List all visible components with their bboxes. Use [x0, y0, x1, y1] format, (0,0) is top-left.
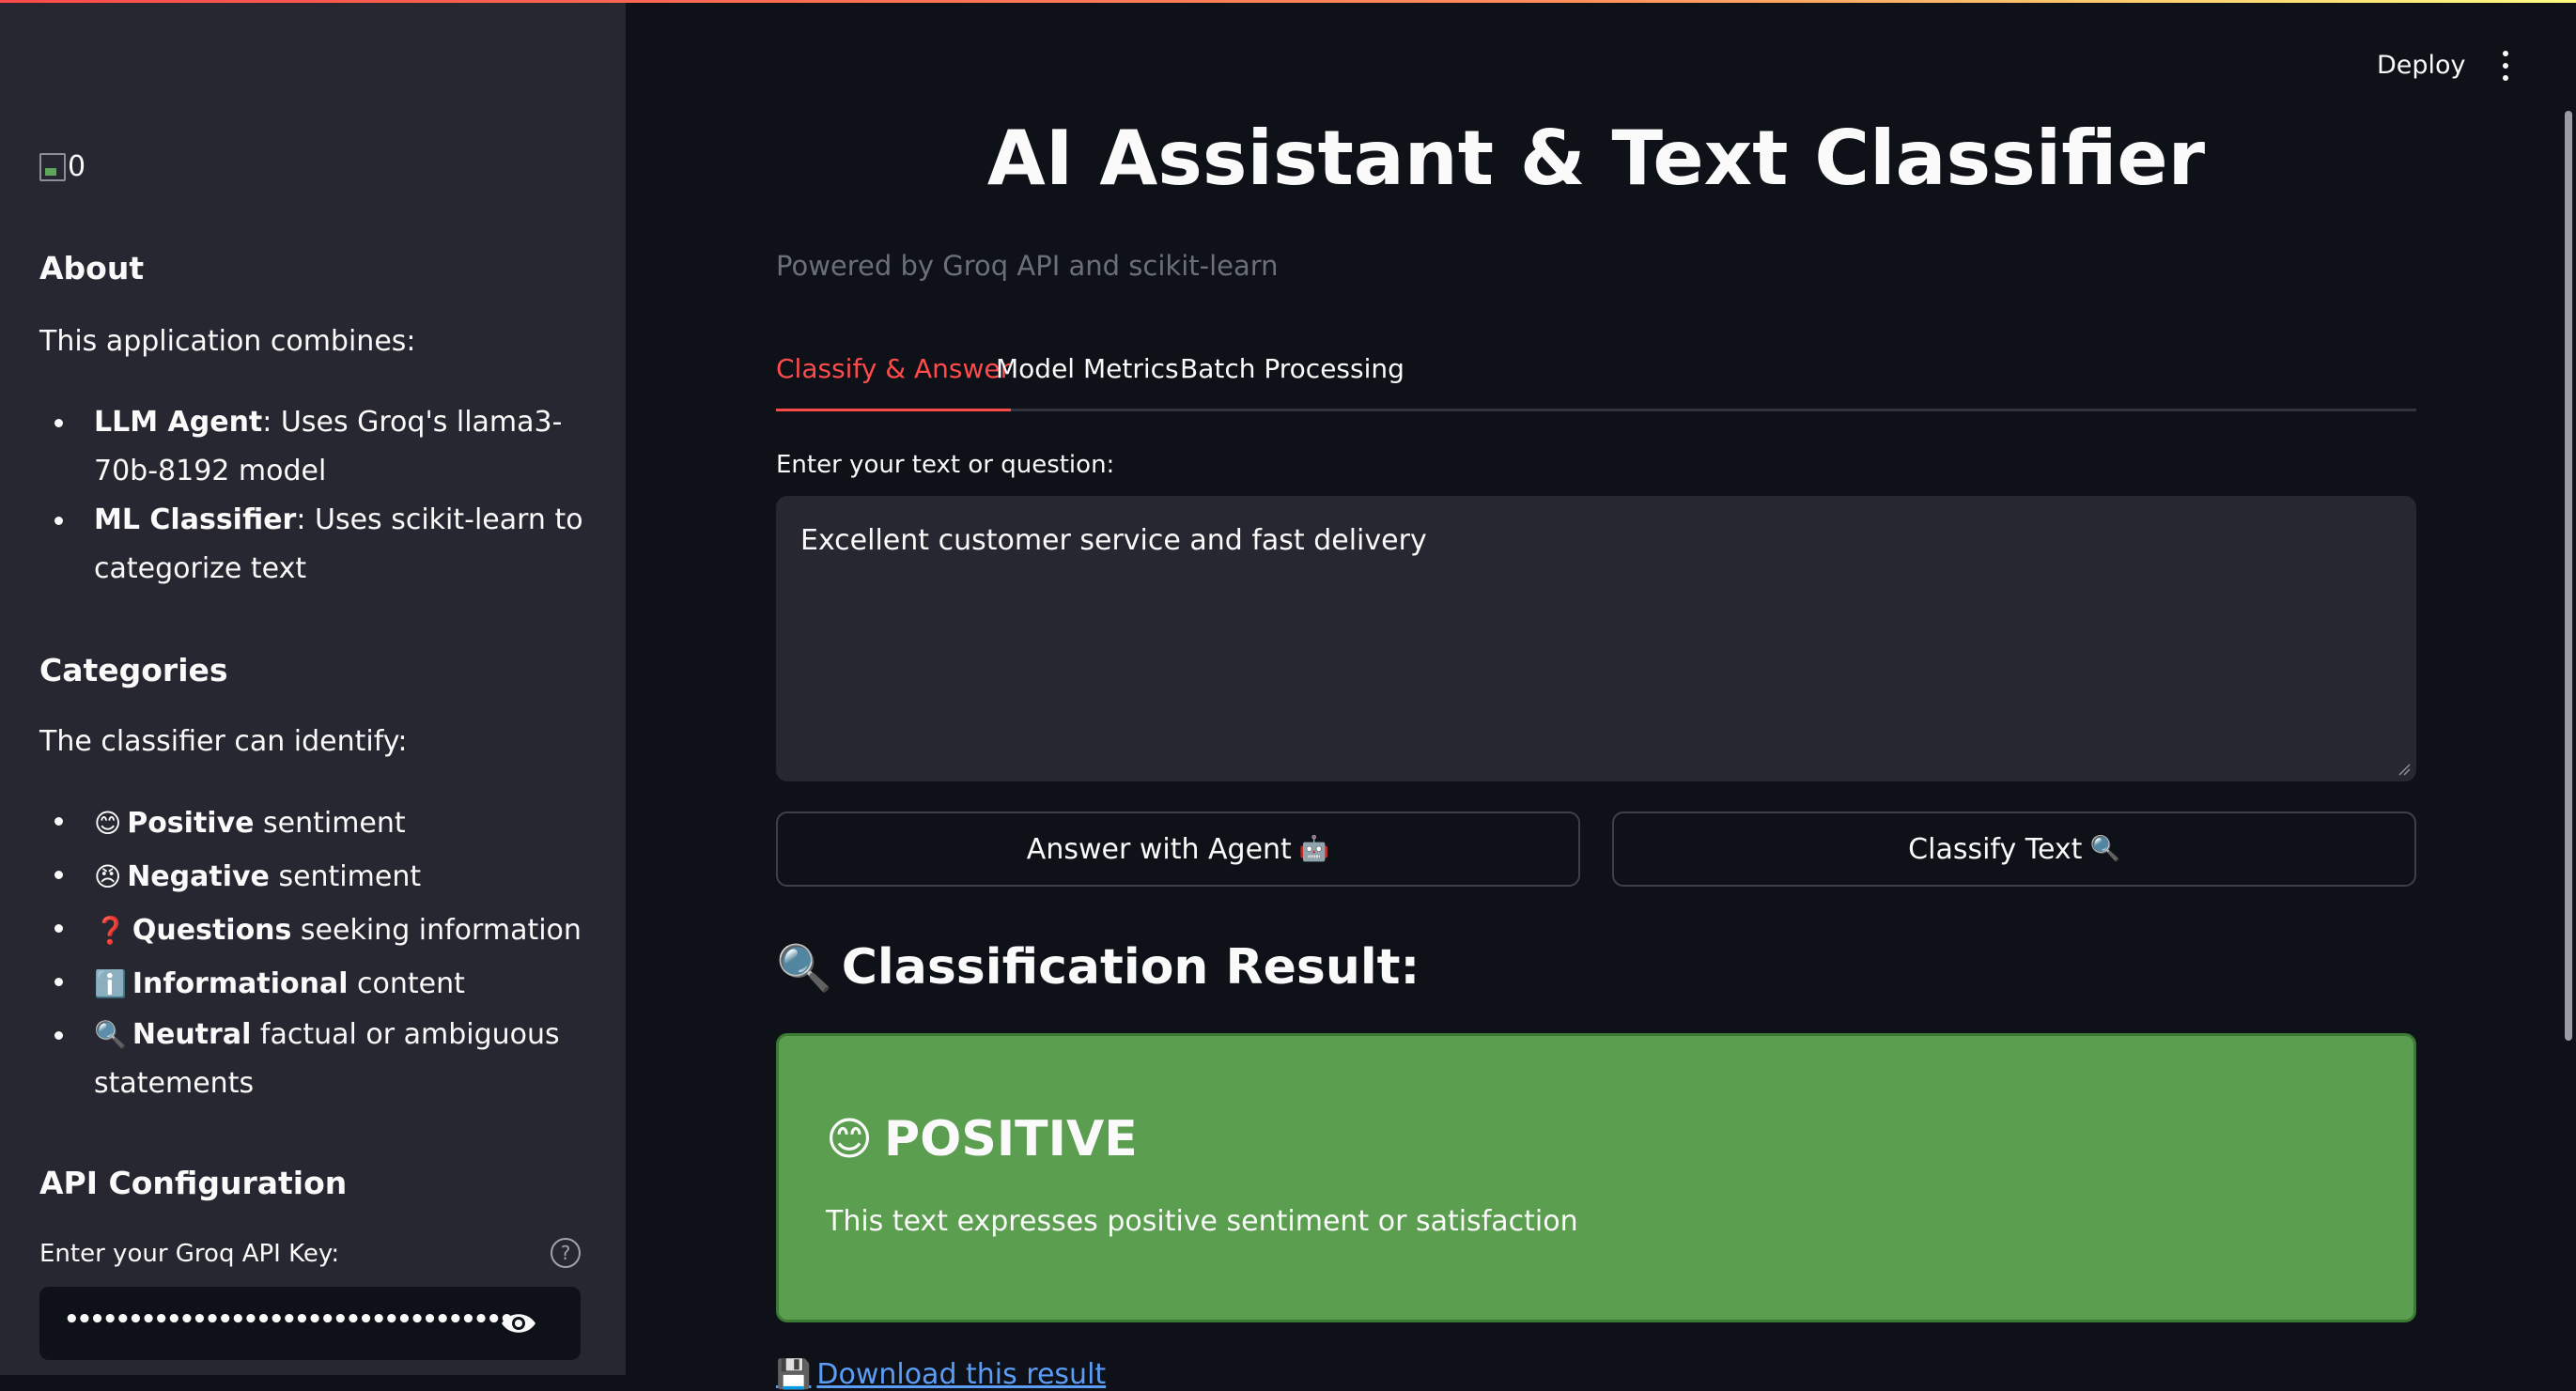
- question-mark-icon: ❓: [94, 915, 127, 946]
- page-subtitle: Powered by Groq API and scikit-learn: [776, 250, 1279, 282]
- info-icon: ℹ️: [94, 968, 127, 999]
- resize-handle-icon[interactable]: [2398, 763, 2411, 776]
- kebab-menu-icon[interactable]: [2499, 51, 2512, 83]
- api-key-value: ••••••••••••••••••••••••••••••••••••••••…: [64, 1306, 511, 1334]
- main-scrollbar[interactable]: [2565, 111, 2572, 1041]
- text-input-value: Excellent customer service and fast deli…: [800, 524, 1427, 557]
- broken-image-icon: [39, 152, 66, 181]
- about-list: LLM Agent: Uses Groq's llama3-70b-8192 m…: [39, 398, 601, 594]
- deploy-button[interactable]: Deploy: [2377, 51, 2466, 80]
- list-item: 🔍 Neutral factual or ambiguous statements: [54, 1011, 601, 1108]
- api-key-input[interactable]: ••••••••••••••••••••••••••••••••••••••••…: [39, 1287, 581, 1360]
- logo-alt-text: 0: [68, 150, 86, 183]
- result-description: This text expresses positive sentiment o…: [826, 1205, 1578, 1238]
- magnifier-icon: 🔍: [776, 941, 832, 995]
- result-card: 😊 POSITIVE This text expresses positive …: [776, 1033, 2416, 1322]
- tab-bar: Classify & Answer Model Metrics Batch Pr…: [776, 353, 2416, 411]
- categories-intro: The classifier can identify:: [39, 725, 408, 758]
- smile-emoji-icon: 😊: [94, 808, 122, 839]
- categories-heading: Categories: [39, 652, 228, 688]
- classify-text-button[interactable]: Classify Text 🔍: [1612, 811, 2416, 887]
- answer-with-agent-button[interactable]: Answer with Agent 🤖: [776, 811, 1580, 887]
- angry-emoji-icon: 😠: [94, 861, 122, 892]
- list-item: ML Classifier: Uses scikit-learn to cate…: [54, 496, 601, 594]
- api-key-label: Enter your Groq API Key:: [39, 1240, 340, 1268]
- list-item: 😠 Negative sentiment: [54, 850, 601, 904]
- categories-list: 😊 Positive sentiment 😠 Negative sentiment …: [39, 796, 601, 1108]
- result-label: 😊 POSITIVE: [826, 1111, 1138, 1167]
- sidebar-logo-image: 0: [39, 150, 85, 183]
- top-decoration-bar: [0, 0, 2576, 3]
- text-input[interactable]: Excellent customer service and fast deli…: [776, 496, 2416, 781]
- page-title: AI Assistant & Text Classifier: [986, 115, 2206, 202]
- list-item: ℹ️ Informational content: [54, 957, 601, 1011]
- list-item: LLM Agent: Uses Groq's llama3-70b-8192 m…: [54, 398, 601, 496]
- help-icon[interactable]: ?: [551, 1238, 581, 1268]
- list-item: ❓ Questions seeking information: [54, 904, 601, 957]
- smile-emoji-icon: 😊: [826, 1113, 874, 1166]
- about-heading: About: [39, 250, 145, 286]
- about-intro: This application combines:: [39, 325, 416, 358]
- eye-icon[interactable]: [500, 1307, 537, 1339]
- magnifier-icon: 🔍: [2089, 835, 2120, 863]
- text-input-label: Enter your text or question:: [776, 451, 1115, 479]
- api-config-heading: API Configuration: [39, 1165, 348, 1201]
- tab-model-metrics[interactable]: Model Metrics: [996, 353, 1179, 411]
- result-heading: 🔍 Classification Result:: [776, 939, 1420, 996]
- sidebar: 0 About This application combines: LLM A…: [0, 0, 626, 1375]
- robot-icon: 🤖: [1298, 835, 1330, 863]
- list-item: 😊 Positive sentiment: [54, 796, 601, 850]
- magnifier-icon: 🔍: [94, 1019, 127, 1050]
- tab-batch-processing[interactable]: Batch Processing: [1180, 353, 1404, 411]
- tab-classify-answer[interactable]: Classify & Answer: [776, 353, 1012, 411]
